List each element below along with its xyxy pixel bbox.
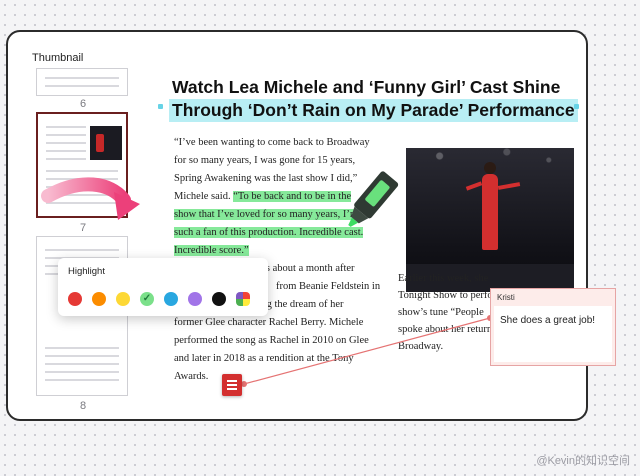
title-line-2-highlighted: Through ‘Don’t Rain on My Parade’ Perfor… (169, 99, 578, 122)
color-swatch-red[interactable] (68, 292, 82, 306)
highlight-color-panel: Highlight ✓ (58, 258, 268, 316)
highlight-panel-title: Highlight (68, 266, 105, 277)
note-icon[interactable] (222, 374, 242, 396)
body-line: Awards. (174, 371, 209, 382)
highlighted-text[interactable]: show that I’ve loved for so many years, … (174, 209, 358, 220)
pointer-arrow-icon (41, 177, 140, 220)
article-title[interactable]: Watch Lea Michele and ‘Funny Girl’ Cast … (169, 76, 582, 122)
color-swatch-purple[interactable] (188, 292, 202, 306)
thumbnail-photo (90, 126, 122, 160)
selection-handle-left[interactable] (158, 104, 163, 109)
page-number-6: 6 (80, 98, 87, 110)
comment-box[interactable]: Kristi She does a great job! (490, 288, 616, 366)
color-swatch-yellow[interactable] (116, 292, 130, 306)
thumbnail-page-6[interactable] (36, 68, 128, 96)
color-swatch-orange[interactable] (92, 292, 106, 306)
highlighted-text[interactable]: such a fan of this production. Incredibl… (174, 227, 364, 238)
color-picker-multicolor-icon[interactable] (236, 292, 250, 306)
checkmark-icon: ✓ (142, 293, 152, 304)
highlighter-pen-icon (348, 171, 399, 227)
highlighted-text[interactable]: “To be back and to be in the (233, 191, 352, 202)
color-swatch-blue[interactable] (164, 292, 178, 306)
body-line: “I’ve been wanting to come back to Broad… (174, 137, 370, 148)
body-line: performed the song as Rachel in 2010 on … (174, 335, 369, 346)
color-swatch-black[interactable] (212, 292, 226, 306)
comment-author: Kristi (497, 293, 515, 302)
body-text-segment: Michele said. (174, 191, 234, 202)
body-line: and later in 2018 as a rendition at the … (174, 353, 354, 364)
comment-text[interactable]: She does a great job! (494, 306, 612, 362)
thumbnail-panel-title: Thumbnail (32, 52, 84, 64)
title-line-1: Watch Lea Michele and ‘Funny Girl’ Cast … (172, 77, 561, 97)
watermark-text: @Kevin的知识空间 (536, 455, 630, 467)
selection-handle-right[interactable] (574, 104, 579, 109)
highlighted-text[interactable]: Incredible score.” (174, 245, 249, 256)
color-swatch-green[interactable]: ✓ (140, 292, 154, 306)
body-line: former Glee character Rachel Berry. Mich… (174, 317, 364, 328)
body-line: Earlier this week, she (398, 273, 489, 284)
page-number-8: 8 (80, 400, 87, 412)
